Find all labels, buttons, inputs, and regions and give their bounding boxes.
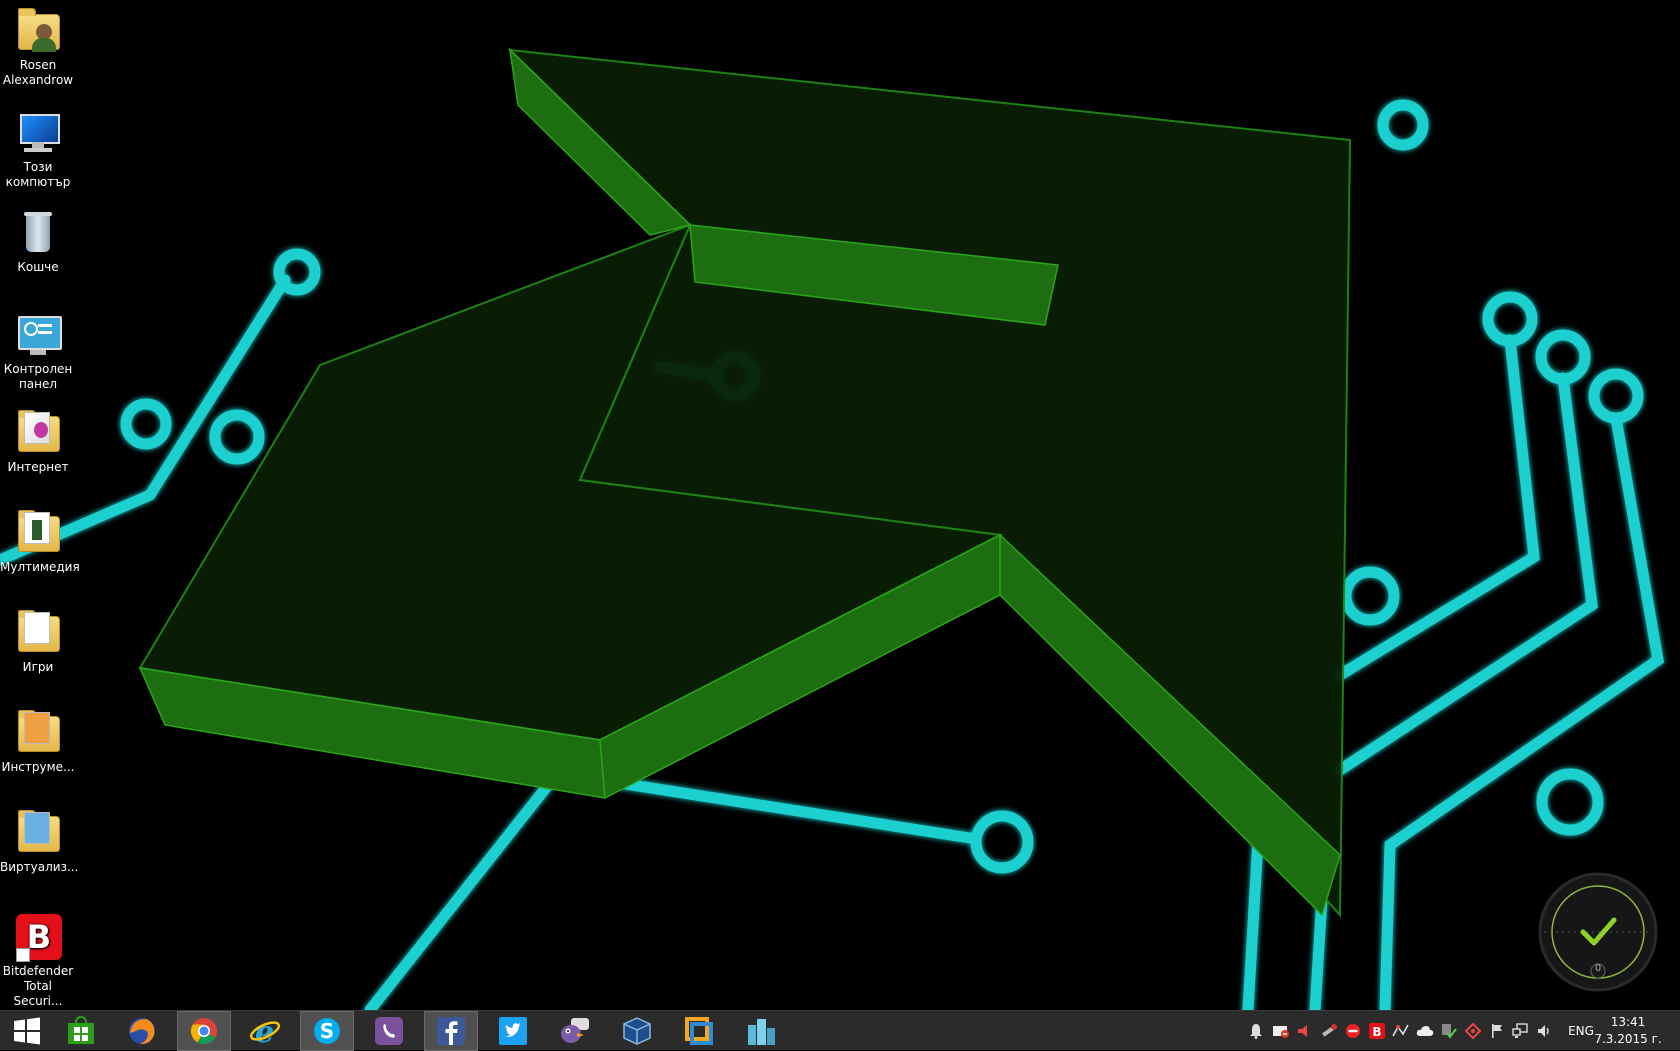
desktop-wallpaper [0,0,1680,1010]
desktop-icon-recycle-bin[interactable]: Кошче [0,208,76,275]
status-count: 0 [1594,963,1602,974]
desktop-icon-label: Bitdefender Total Securi... [2,964,74,1008]
desktop-icon-games-folder[interactable]: Игри [0,608,76,675]
desktop-icon-label: Инструме... [1,760,75,774]
vmware-icon [685,1017,713,1045]
network-wired-icon[interactable] [1510,1011,1532,1051]
recycle-bin-icon [14,208,62,256]
mail-blocked-icon[interactable] [1270,1011,1292,1051]
chrome-icon [190,1018,217,1045]
volume-icon[interactable] [1534,1011,1556,1051]
store-icon [68,1016,94,1044]
desktop-icon-this-pc[interactable]: Този компютър [0,108,76,190]
twitter-button[interactable] [486,1011,540,1051]
pidgin-button[interactable] [548,1011,602,1051]
windows-logo-icon [14,1017,40,1045]
facebook-icon [437,1017,465,1045]
internet-explorer-button[interactable]: e [238,1011,292,1051]
start-button[interactable] [0,1011,54,1051]
desktop-icon-label: Кошче [17,260,59,274]
viber-button[interactable] [362,1011,416,1051]
virtualbox-button[interactable] [610,1011,664,1051]
computer-icon [14,108,62,156]
security-check-icon[interactable] [1438,1011,1460,1051]
folder-icon [14,808,62,856]
network-tool-icon[interactable] [1390,1011,1412,1051]
desktop-icon-label: Мултимедия [0,560,80,574]
twitter-icon [499,1017,527,1045]
ie-icon: e [249,1015,281,1047]
desktop-icon-control-panel[interactable]: Контролен панел [0,310,76,392]
status-dial-icon [1538,872,1658,992]
desktop-icon-user-folder[interactable]: Rosen Alexandrow [0,6,76,88]
bitdefender-status-widget[interactable]: 0 [1536,870,1660,994]
desktop-icon-multimedia-folder[interactable]: Мултимедия [0,508,80,575]
block-icon[interactable] [1342,1011,1364,1051]
bitdefender-icon: B [14,912,62,962]
signal-icon[interactable] [1462,1011,1484,1051]
desktop-icon-label: Този компютър [5,160,71,189]
desktop-icon-label: Контролен панел [3,362,73,391]
folder-icon [14,508,62,556]
taskbar: e S B ENG 13:41 7.3.2015 г. [0,1010,1680,1051]
desktop-icon-tools-folder[interactable]: Инструме... [0,708,76,775]
svg-text:e: e [255,1015,274,1047]
clock-date: 7.3.2015 г. [1594,1032,1662,1046]
firefox-icon [129,1018,155,1045]
desktop-icon-label: Интернет [7,460,69,474]
desktop-icon-label: Виртуализ... [0,860,79,874]
bitdefender-tray-icon[interactable]: B [1366,1011,1388,1051]
store-button[interactable] [54,1011,108,1051]
skype-button[interactable]: S [300,1011,354,1051]
desktop-icon-virtualization-folder[interactable]: Виртуализ... [0,808,79,875]
speaker-icon[interactable] [1294,1011,1316,1051]
desktop-icon-label: Игри [22,660,54,674]
folder-icon [14,408,62,456]
user-folder-icon [14,6,62,54]
facebook-button[interactable] [424,1011,478,1051]
desktop-icon-label: Rosen Alexandrow [2,58,74,87]
firefox-button[interactable] [115,1011,169,1051]
buildings-icon [748,1019,775,1045]
control-panel-icon [14,310,62,358]
pidgin-icon [561,1018,589,1043]
cloud-icon[interactable] [1414,1011,1436,1051]
city-app-button[interactable] [734,1011,788,1051]
viber-icon [375,1017,403,1045]
svg-text:S: S [320,1019,334,1043]
skype-icon: S [314,1018,340,1044]
action-center-flag-icon[interactable] [1486,1011,1508,1051]
desktop-icon-bitdefender[interactable]: B Bitdefender Total Securi... [0,912,76,1009]
folder-icon [14,608,62,656]
folder-icon [14,708,62,756]
svg-text:B: B [1372,1025,1381,1039]
desktop-icon-internet-folder[interactable]: Интернет [0,408,76,475]
virtualbox-icon [623,1017,651,1045]
notifications-icon[interactable] [1246,1011,1266,1051]
clock-time: 13:41 [1610,1015,1646,1029]
vmware-button[interactable] [672,1011,726,1051]
taskbar-clock[interactable]: 13:41 7.3.2015 г. [1588,1014,1668,1048]
chrome-button[interactable] [177,1011,231,1051]
wrench-tool-icon[interactable] [1318,1011,1340,1051]
